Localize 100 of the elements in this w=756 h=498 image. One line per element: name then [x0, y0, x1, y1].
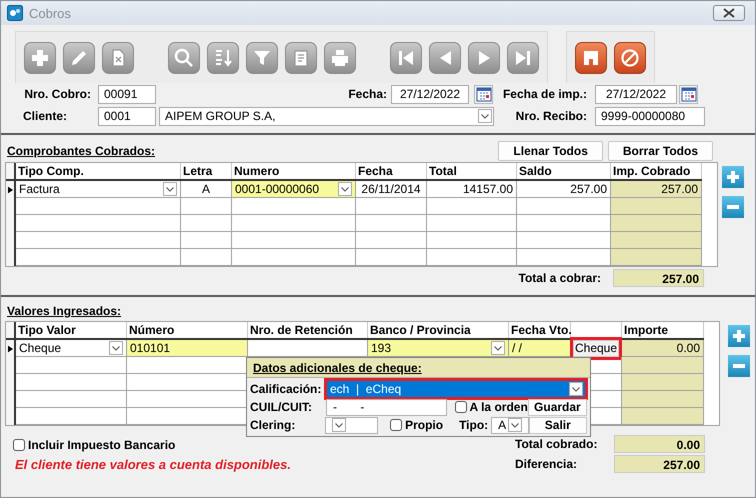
save-button[interactable] — [575, 42, 607, 74]
column-header: Tipo Valor — [16, 322, 127, 338]
field-label: Nro. Recibo: — [514, 109, 587, 123]
column-header: Saldo — [517, 163, 611, 179]
action-button[interactable]: Borrar Todos — [608, 140, 713, 160]
field-label: CUIL/CUIT: — [250, 400, 313, 414]
edit-button[interactable] — [63, 42, 95, 74]
table-cell: 010101 — [127, 340, 248, 357]
calendar-icon — [680, 86, 696, 102]
sort-button[interactable] — [207, 42, 239, 74]
clearing-dropdown[interactable] — [325, 416, 378, 434]
checkbox-label: Incluir Impuesto Bancario — [28, 438, 176, 452]
section-title: Valores Ingresados: — [7, 304, 122, 318]
column-header: Nro. de Retención — [248, 322, 368, 338]
input-field[interactable]: 0001 — [98, 106, 156, 126]
next-button[interactable] — [468, 42, 500, 74]
caret-icon — [332, 418, 346, 432]
calendar-button[interactable] — [474, 84, 493, 104]
total-value: 257.00 — [613, 269, 704, 287]
search-button[interactable] — [168, 42, 200, 74]
print-button[interactable] — [324, 42, 356, 74]
table-cell — [181, 232, 232, 249]
field-label: Fecha: — [347, 87, 387, 101]
delete-button[interactable] — [102, 42, 134, 74]
column-header: Numero — [232, 163, 356, 179]
action-button[interactable]: Llenar Todos — [498, 140, 603, 160]
table-cell: 0001-00000060 — [232, 181, 356, 198]
checkbox-label: Propio — [405, 418, 444, 432]
field-label: Cliente: — [22, 109, 67, 123]
plus-icon — [30, 48, 50, 68]
column-header: Imp. Cobrado — [611, 163, 702, 179]
plus-icon — [726, 170, 740, 184]
client-dropdown[interactable]: AIPEM GROUP S.A, — [159, 106, 494, 126]
total-label: Total cobrado: — [515, 437, 598, 451]
printer-icon — [330, 48, 350, 68]
table-cell: Factura — [16, 181, 181, 198]
filter-button[interactable] — [246, 42, 278, 74]
input-field[interactable]: 00091 — [98, 84, 156, 104]
column-header: Tipo Comp. — [16, 163, 181, 179]
remove-row-button[interactable] — [728, 355, 750, 377]
field-label: Tipo: — [459, 418, 488, 432]
table-cell — [356, 215, 427, 232]
add-row-button[interactable] — [728, 325, 750, 347]
type-dropdown[interactable]: A — [491, 416, 529, 434]
app-icon — [7, 5, 23, 21]
section-title: Comprobantes Cobrados: — [7, 144, 156, 158]
save-button[interactable]: Guardar — [528, 398, 587, 416]
table-cell: 14157.00 — [427, 181, 517, 198]
exit-button[interactable]: Salir — [528, 416, 588, 434]
column-header: Banco / Provincia — [368, 322, 509, 338]
caret-icon[interactable] — [491, 341, 505, 355]
column-header: Fecha — [356, 163, 427, 179]
column-header: Número — [127, 322, 248, 338]
calendar-icon — [476, 86, 492, 102]
caret-icon — [508, 418, 522, 432]
report-button[interactable] — [285, 42, 317, 74]
column-header: Letra — [181, 163, 232, 179]
cancel-button[interactable] — [614, 42, 646, 74]
caret-icon — [569, 382, 583, 396]
table-cell — [181, 215, 232, 232]
total-label: Diferencia: — [515, 457, 578, 471]
table-cell: 193 — [368, 340, 509, 357]
caret-icon[interactable] — [338, 182, 352, 196]
date-field[interactable]: 27/12/2022 — [391, 84, 469, 104]
table-cell — [356, 198, 427, 215]
table-cell: / / — [509, 340, 571, 357]
total-label: Total a cobrar: — [518, 271, 601, 285]
table-cell: 0.00 — [622, 340, 704, 357]
column-header: Total — [427, 163, 517, 179]
caret-icon — [478, 109, 492, 123]
field-label: Nro. Cobro: — [23, 87, 91, 101]
sort-icon — [213, 48, 233, 68]
remove-row-button[interactable] — [722, 196, 744, 218]
input-field[interactable]: - - — [326, 398, 447, 416]
field-label: Calificación: — [250, 382, 322, 396]
previous-button[interactable] — [429, 42, 461, 74]
plus-icon — [732, 329, 746, 343]
caret-icon[interactable] — [163, 182, 177, 196]
rating-dropdown[interactable]: ech | eCheq — [327, 381, 585, 397]
field-label: Fecha de imp.: — [502, 87, 587, 101]
add-button[interactable] — [24, 42, 56, 74]
table-cell: 257.00 — [611, 181, 702, 198]
total-value: 0.00 — [614, 435, 705, 453]
first-button[interactable] — [390, 42, 422, 74]
checkbox[interactable] — [454, 401, 467, 413]
table-cell: 26/11/2014 — [356, 181, 427, 198]
close-button[interactable] — [713, 5, 745, 21]
field-label: Clering: — [250, 418, 296, 432]
caret-icon[interactable] — [109, 341, 123, 355]
window-title: Cobros — [29, 6, 72, 20]
checkbox[interactable] — [13, 439, 25, 451]
last-button[interactable] — [507, 42, 539, 74]
warning-message: El cliente tiene valores a cuenta disponibles. — [14, 457, 292, 472]
date-field[interactable]: 27/12/2022 — [595, 84, 677, 104]
calendar-button[interactable] — [679, 84, 698, 104]
input-field[interactable]: 9999-00000080 — [595, 106, 705, 126]
checkbox[interactable] — [390, 419, 402, 431]
total-value: 257.00 — [614, 455, 705, 473]
table-cell — [181, 198, 232, 215]
add-row-button[interactable] — [722, 166, 744, 188]
